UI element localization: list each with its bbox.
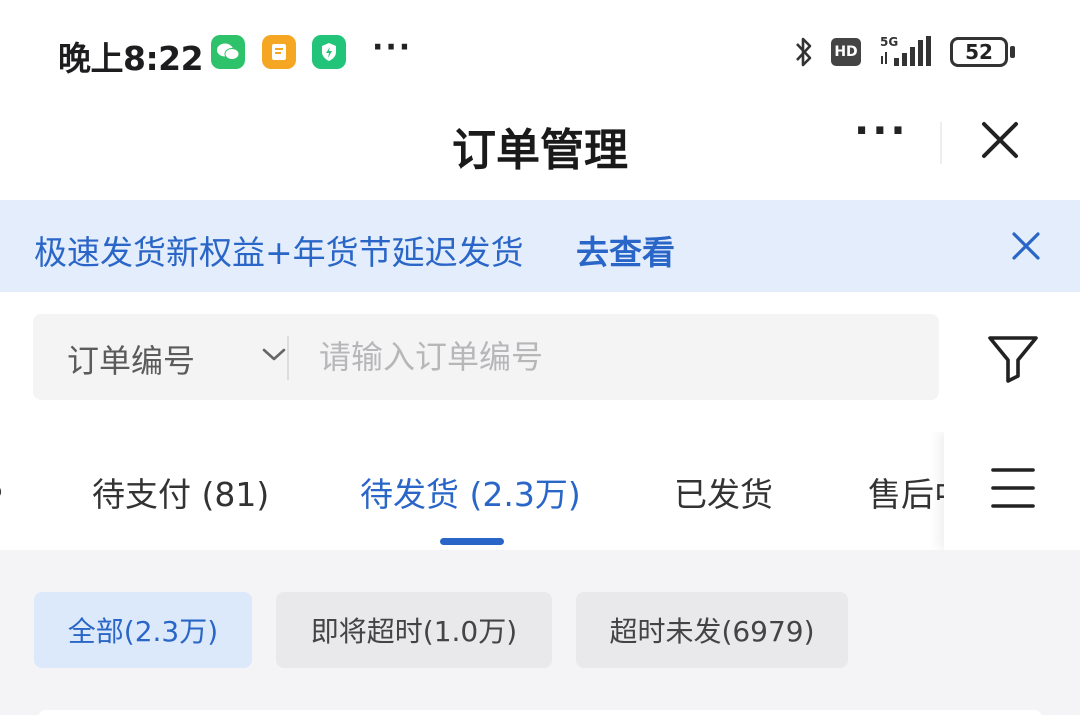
more-options-button[interactable]: ··· [854,108,909,154]
status-bar: 晚上8:22 ··· HD 5G 52 [0,0,1080,100]
chip-all[interactable]: 全部(2.3万) [34,592,252,668]
wechat-icon [211,35,245,69]
active-tab-indicator [440,538,504,545]
banner-close-icon[interactable] [1010,230,1042,262]
tab-all-cut[interactable] [0,468,6,507]
search-box: 订单编号 [33,314,939,400]
filter-icon[interactable] [985,330,1041,386]
promo-banner: 极速发货新权益+年货节延迟发货 去查看 [0,200,1080,292]
notes-app-icon [262,35,296,69]
tab-shipped[interactable]: 已发货 [674,468,773,516]
search-separator [287,336,289,380]
banner-text: 极速发货新权益+年货节延迟发货 [34,233,524,272]
tab-pending-payment[interactable]: 待支付 (81) [92,468,269,516]
signal-icon: 5G [880,35,931,66]
chip-about-to-timeout[interactable]: 即将超时(1.0万) [276,592,552,668]
order-status-tabs: 待支付 (81) 待发货 (2.3万) 已发货 售后中 [0,432,1080,550]
page-title: 订单管理 [452,125,628,176]
search-type-dropdown[interactable]: 订单编号 [67,336,195,382]
close-icon[interactable] [978,118,1022,162]
security-app-icon [312,35,346,69]
banner-view-link[interactable]: 去查看 [576,226,675,274]
order-list-card [38,710,1042,715]
menu-icon[interactable] [990,466,1036,510]
hd-voice-icon: HD [831,38,861,66]
search-section: 订单编号 [0,292,1080,432]
network-type-label: 5G [880,35,898,49]
battery-icon: 52 [950,37,1008,67]
status-time: 晚上8:22 [58,39,204,78]
tab-cut-fragment [0,488,2,496]
bluetooth-icon [796,37,812,67]
status-more-icon: ··· [372,30,413,65]
tab-pending-shipment[interactable]: 待发货 (2.3万) [360,468,581,516]
battery-tip [1010,46,1015,58]
chevron-down-icon[interactable] [261,346,287,364]
subfilter-chips: 全部(2.3万) 即将超时(1.0万) 超时未发(6979) [0,550,1080,715]
order-number-input[interactable] [319,332,909,382]
title-bar: 订单管理 ··· [0,100,1080,200]
title-divider [940,122,942,164]
chip-timed-out[interactable]: 超时未发(6979) [576,592,848,668]
